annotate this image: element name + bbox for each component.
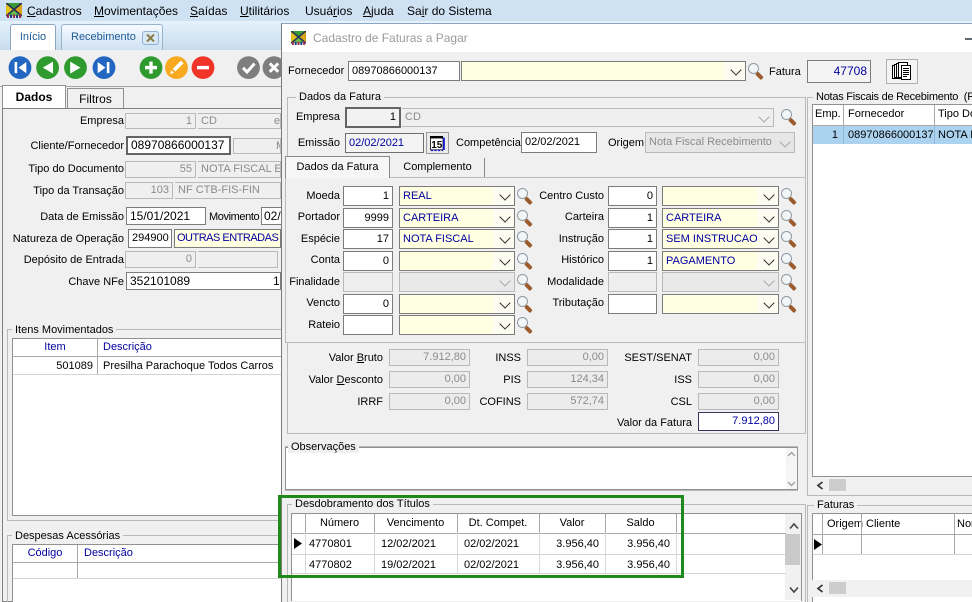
svg-text:15: 15 (431, 140, 443, 151)
